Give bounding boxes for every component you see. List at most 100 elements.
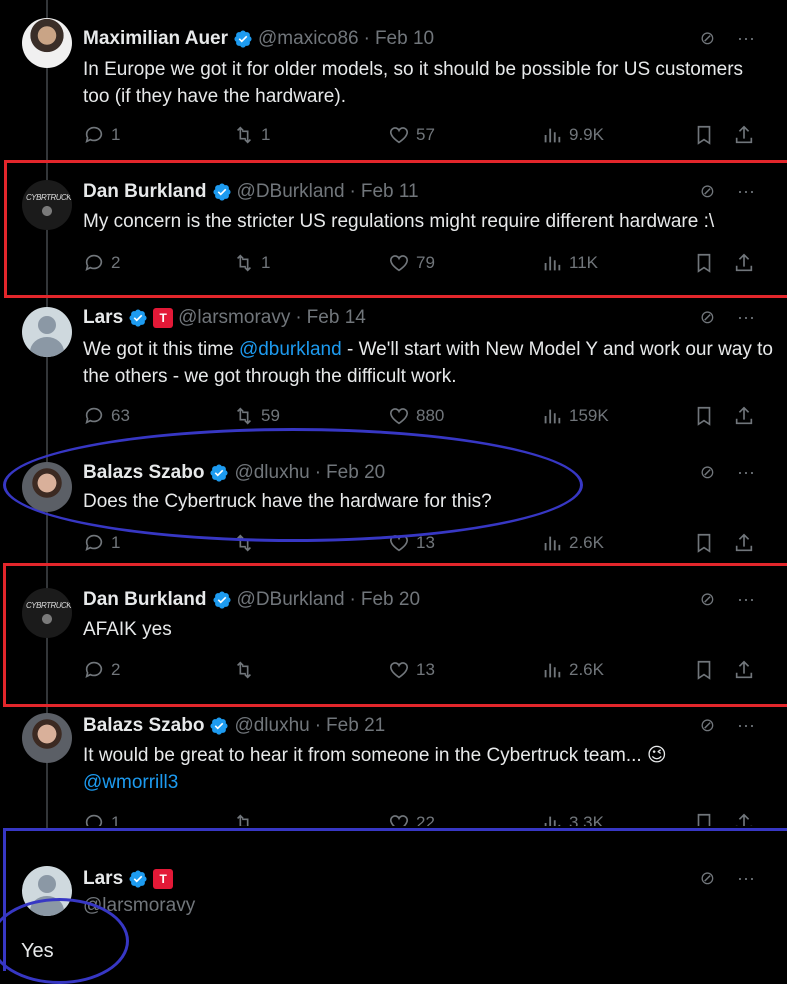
tweet-text: My concern is the stricter US regulation… (83, 208, 773, 235)
author-name[interactable]: Balazs Szabo (83, 715, 204, 737)
author-name[interactable]: Maximilian Auer (83, 28, 228, 50)
author-handle[interactable]: @dluxhu (234, 462, 309, 484)
author-handle[interactable]: @larsmoravy (178, 307, 290, 329)
reply-button[interactable]: 1 (83, 812, 120, 826)
share-button[interactable] (733, 659, 755, 681)
grok-icon[interactable]: ⊘ (700, 307, 715, 328)
views-icon (544, 816, 561, 826)
grok-icon[interactable]: ⊘ (700, 28, 715, 49)
share-button[interactable] (733, 812, 755, 826)
avatar[interactable]: CYBRTRUCK (22, 588, 72, 638)
views-count: 2.6K (569, 533, 604, 552)
share-button[interactable] (733, 252, 755, 274)
views-button[interactable]: 159K (541, 405, 609, 427)
views-icon (544, 663, 561, 678)
tweet-date[interactable]: Feb 11 (361, 181, 419, 203)
bookmark-button[interactable] (693, 812, 715, 826)
author-handle[interactable]: @DBurkland (237, 589, 345, 611)
tweet-date[interactable]: Feb 20 (361, 589, 420, 611)
reply-count: 1 (111, 813, 121, 826)
views-count: 159K (569, 406, 609, 425)
bookmark-button[interactable] (693, 252, 715, 274)
grok-icon[interactable]: ⊘ (700, 181, 715, 202)
like-button[interactable]: 79 (388, 252, 435, 274)
tweet-date[interactable]: Feb 20 (326, 462, 385, 484)
avatar[interactable] (22, 866, 72, 916)
avatar[interactable]: CYBRTRUCK (22, 180, 72, 230)
repost-button[interactable] (233, 812, 255, 826)
views-button[interactable]: 11K (541, 252, 598, 274)
like-button[interactable]: 13 (388, 659, 435, 681)
more-icon[interactable]: ··· (737, 715, 755, 736)
views-button[interactable]: 2.6K (541, 532, 604, 554)
grok-icon[interactable]: ⊘ (700, 589, 715, 610)
mention-link[interactable]: @wmorrill3 (83, 772, 178, 793)
grok-icon[interactable]: ⊘ (700, 715, 715, 736)
share-button[interactable] (733, 124, 755, 146)
bookmark-button[interactable] (693, 405, 715, 427)
repost-button[interactable] (233, 532, 255, 554)
separator-dot: · (314, 462, 322, 483)
avatar[interactable] (22, 307, 72, 357)
cybertruck-logo-icon: CYBRTRUCK (26, 601, 72, 610)
repost-button[interactable]: 59 (233, 405, 280, 427)
tweet-actions: 1 1 57 9.9K (83, 124, 763, 148)
repost-icon (236, 254, 252, 272)
avatar[interactable] (22, 462, 72, 512)
more-icon[interactable]: ··· (737, 28, 755, 49)
tweet-header: Dan Burkland @DBurkland · Feb 11 (83, 181, 419, 203)
more-icon[interactable]: ··· (737, 868, 755, 889)
author-handle[interactable]: @larsmoravy (83, 895, 195, 917)
like-button[interactable]: 880 (388, 405, 444, 427)
tweet-date[interactable]: Feb 10 (375, 28, 434, 50)
avatar[interactable] (22, 713, 72, 763)
reply-button[interactable]: 63 (83, 405, 130, 427)
author-name[interactable]: Lars (83, 307, 123, 329)
author-name[interactable]: Dan Burkland (83, 181, 207, 203)
tweet-date[interactable]: Feb 21 (326, 715, 385, 737)
share-button[interactable] (733, 532, 755, 554)
bookmark-button[interactable] (693, 659, 715, 681)
author-handle[interactable]: @dluxhu (234, 715, 309, 737)
tweet-actions: 1 22 3.3K (83, 812, 763, 826)
share-button[interactable] (733, 405, 755, 427)
views-button[interactable]: 9.9K (541, 124, 604, 146)
more-icon[interactable]: ··· (737, 462, 755, 483)
more-icon[interactable]: ··· (737, 307, 755, 328)
more-icon[interactable]: ··· (737, 589, 755, 610)
avatar[interactable] (22, 18, 72, 68)
mention-link[interactable]: @dburkland (239, 339, 342, 360)
grok-icon[interactable]: ⊘ (700, 462, 715, 483)
like-button[interactable]: 13 (388, 532, 435, 554)
reply-button[interactable]: 1 (83, 532, 120, 554)
bookmark-button[interactable] (693, 532, 715, 554)
cybertruck-logo-icon: CYBRTRUCK (26, 193, 72, 202)
like-button[interactable]: 22 (388, 812, 435, 826)
reply-button[interactable]: 2 (83, 659, 120, 681)
tesla-badge-icon[interactable]: T (153, 869, 174, 889)
reply-icon (85, 661, 103, 678)
grok-icon[interactable]: ⊘ (700, 868, 715, 889)
tweet-actions: 2 1 79 11K (83, 252, 763, 276)
bookmark-button[interactable] (693, 124, 715, 146)
reply-button[interactable]: 1 (83, 124, 120, 146)
bookmark-icon (697, 253, 711, 273)
repost-button[interactable]: 1 (233, 124, 270, 146)
main-tweet-lars[interactable]: Lars T @larsmoravy ⊘ ··· (0, 830, 787, 963)
author-handle[interactable]: @DBurkland (237, 181, 345, 203)
tweet-date[interactable]: Feb 14 (307, 307, 366, 329)
views-button[interactable]: 2.6K (541, 659, 604, 681)
views-button[interactable]: 3.3K (541, 812, 604, 826)
more-icon[interactable]: ··· (737, 181, 755, 202)
author-handle[interactable]: @maxico86 (258, 28, 359, 50)
repost-button[interactable]: 1 (233, 252, 270, 274)
reply-button[interactable]: 2 (83, 252, 120, 274)
author-name[interactable]: Balazs Szabo (83, 462, 204, 484)
repost-button[interactable] (233, 659, 255, 681)
reply-count: 63 (111, 406, 130, 425)
tesla-badge-icon[interactable]: T (153, 308, 174, 328)
author-name[interactable]: Lars (83, 868, 123, 890)
author-name[interactable]: Dan Burkland (83, 589, 207, 611)
share-icon (735, 125, 753, 144)
like-button[interactable]: 57 (388, 124, 435, 146)
